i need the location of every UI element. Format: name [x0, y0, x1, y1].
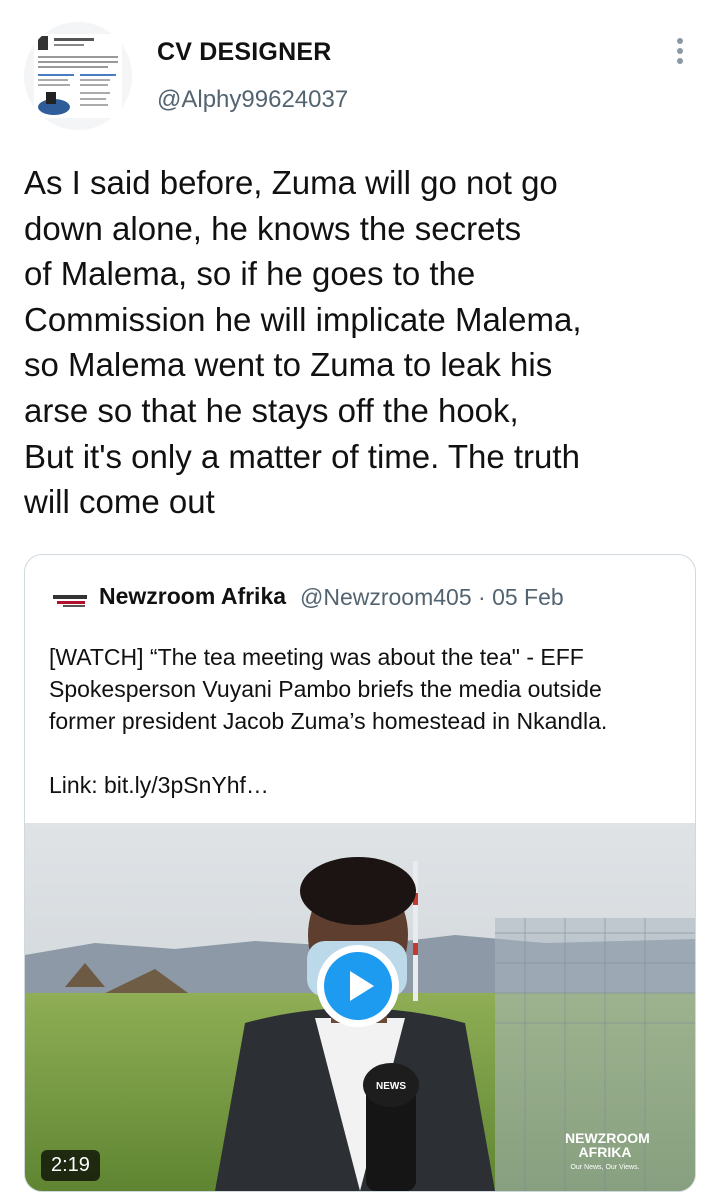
quoted-display-name[interactable]: Newzroom Afrika — [99, 583, 286, 610]
quoted-tweet-card[interactable]: Newzroom Afrika @Newzroom405 · 05 Feb [W… — [24, 554, 696, 1192]
watermark-line1: NEWZROOM — [565, 1130, 650, 1146]
watermark-line2: AFRIKA — [578, 1144, 632, 1160]
play-icon[interactable] — [317, 945, 399, 1027]
watermark-tagline: Our News, Our Views. — [570, 1164, 640, 1171]
quoted-tweet-text: [WATCH] “The tea meeting was about the t… — [49, 644, 608, 798]
vertical-ellipsis-icon[interactable] — [668, 38, 692, 72]
user-handle[interactable]: @Alphy99624037 — [157, 86, 348, 114]
tweet-text: As I said before, Zuma will go not go do… — [24, 164, 582, 521]
video-duration: 2:19 — [41, 1150, 100, 1181]
avatar[interactable] — [24, 22, 132, 130]
display-name[interactable]: CV DESIGNER — [157, 38, 331, 67]
video-thumbnail[interactable]: NEWS 2:19 NEWZROOM AFRIKA Our News, Our … — [25, 823, 695, 1191]
newzroom-afrika-logo-icon — [53, 595, 87, 607]
quoted-handle-date[interactable]: @Newzroom405 · 05 Feb — [300, 584, 564, 611]
mic-news-label: NEWS — [376, 1081, 406, 1092]
newzroom-afrika-watermark: NEWZROOM AFRIKA Our News, Our Views. — [565, 1130, 650, 1175]
